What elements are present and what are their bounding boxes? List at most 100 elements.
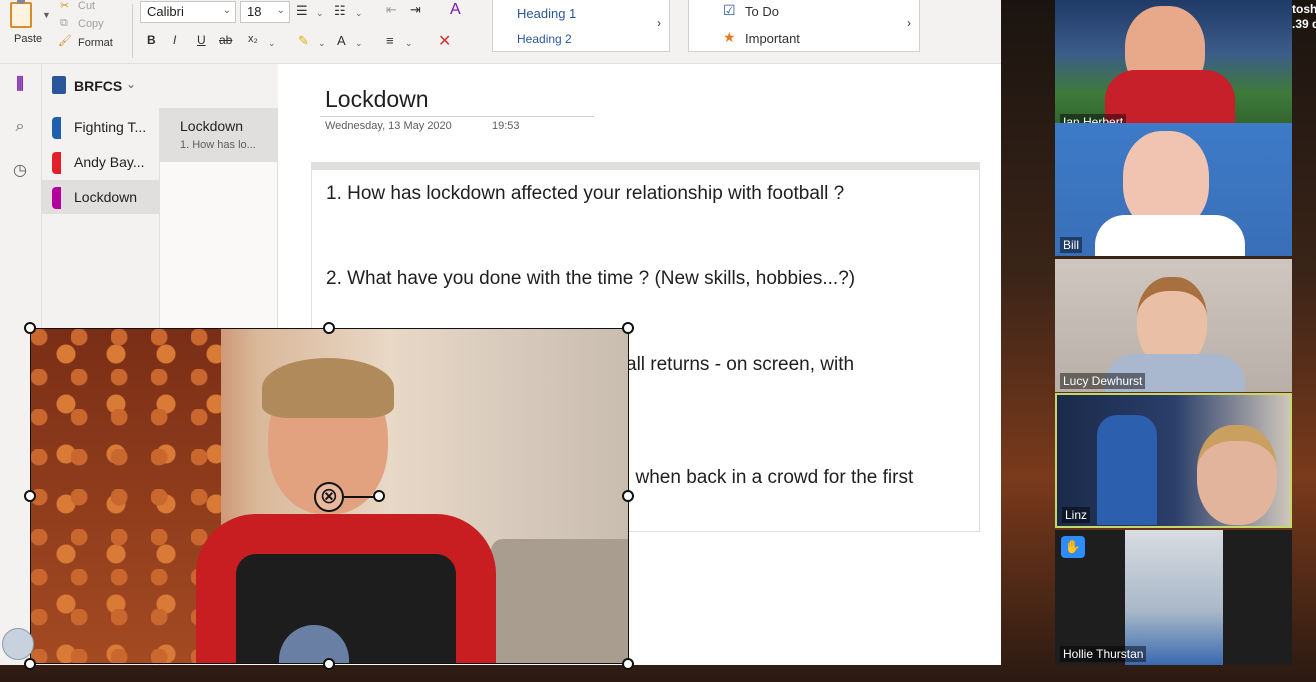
copy-icon: ⧉ (60, 17, 68, 29)
cut-button[interactable]: Cut (78, 0, 95, 12)
search-icon[interactable]: ⌕ (9, 118, 31, 140)
chevron-down-icon[interactable]: ⌄ (355, 38, 363, 49)
tag-todo[interactable]: To Do (745, 4, 779, 19)
chevron-down-icon[interactable]: ⌄ (318, 38, 326, 49)
chevron-down-icon[interactable]: ⌄ (268, 38, 276, 49)
chevron-down-icon[interactable]: ⌄ (355, 8, 363, 19)
checkbox-icon: ☑ (723, 2, 736, 18)
participant-tile-linz[interactable]: Linz (1055, 393, 1292, 528)
title-underline (320, 116, 594, 117)
resize-handle-left[interactable] (24, 490, 36, 502)
resize-handle-bottom[interactable] (323, 658, 335, 670)
paste-dropdown-icon[interactable]: ▼ (42, 10, 51, 20)
participant-background-player (1097, 415, 1157, 525)
question-2[interactable]: 2. What have you done with the time ? (N… (326, 268, 855, 290)
page-item-lockdown[interactable]: Lockdown 1. How has lo... (160, 108, 277, 162)
notebooks-icon[interactable]: ⫼ (9, 76, 31, 98)
bullet-list-icon[interactable]: ☰ (296, 3, 308, 19)
avatar[interactable] (2, 628, 34, 660)
italic-button[interactable]: I (173, 33, 176, 47)
clear-formatting-icon[interactable]: A (450, 1, 461, 19)
strikethrough-button[interactable]: ab (219, 33, 232, 47)
section-item-andy[interactable]: Andy Bay... (42, 145, 160, 179)
chevron-down-icon: ⌄ (126, 77, 137, 91)
section-label: Fighting T... (74, 119, 147, 135)
chevron-right-icon[interactable]: › (657, 16, 661, 30)
chevron-right-icon[interactable]: › (907, 16, 911, 30)
page-title[interactable]: Lockdown (325, 86, 429, 113)
question-4[interactable]: l when back in a crowd for the first (626, 467, 913, 489)
section-color-tab (52, 117, 61, 139)
resize-handle-tr[interactable] (622, 322, 634, 334)
notebook-selector[interactable]: BRFCS ⌄ (42, 64, 278, 108)
wallpaper (31, 329, 221, 663)
page-time: 19:53 (492, 120, 520, 132)
person-video (196, 358, 496, 663)
participant-scarf (1095, 215, 1245, 256)
corner-text-line-1: tosh (1292, 2, 1316, 16)
bold-button[interactable]: B (147, 33, 156, 47)
question-1[interactable]: 1. How has lockdown affected your relati… (326, 183, 844, 205)
participant-name: Lucy Dewhurst (1060, 373, 1146, 389)
zoom-gallery: Ian Herbert Bill Lucy Dewhurst Linz ✋ Ho… (1055, 0, 1292, 665)
resize-handle-br[interactable] (622, 658, 634, 670)
notebook-name: BRFCS (74, 78, 123, 94)
participant-tile-lucy[interactable]: Lucy Dewhurst (1055, 259, 1292, 392)
tags-gallery[interactable]: ☑ To Do ★ Important › (688, 0, 920, 52)
rotate-close-icon[interactable]: ⊗ (314, 482, 344, 512)
section-label: Lockdown (74, 189, 138, 205)
resize-handle-tl[interactable] (24, 322, 36, 334)
paste-button[interactable]: Paste (14, 33, 42, 45)
font-name-select[interactable]: Calibri ⌄ (140, 1, 236, 23)
copy-button[interactable]: Copy (78, 18, 104, 30)
numbered-list-icon[interactable]: ☷ (334, 3, 346, 19)
page-item-snippet: 1. How has lo... (180, 139, 256, 151)
underline-button[interactable]: U (197, 33, 206, 47)
decrease-indent-icon[interactable]: ⇤ (386, 2, 397, 18)
participant-tile-ian[interactable]: Ian Herbert (1055, 0, 1292, 133)
format-painter-button[interactable]: Format (78, 37, 113, 49)
raise-hand-icon: ✋ (1061, 536, 1085, 558)
hair (262, 358, 394, 418)
corner-overlay-text: tosh .39 d (1292, 2, 1316, 32)
recent-clock-icon[interactable]: ◷ (9, 160, 31, 182)
chevron-down-icon: ⌄ (276, 5, 285, 16)
font-size-select[interactable]: 18 ⌄ (240, 1, 290, 23)
resize-handle-top[interactable] (323, 322, 335, 334)
participant-tile-bill[interactable]: Bill (1055, 123, 1292, 256)
resize-handle-bl[interactable] (24, 658, 36, 670)
section-color-tab (52, 187, 61, 209)
subscript-button[interactable]: x₂ (248, 33, 258, 45)
paste-icon[interactable] (10, 0, 32, 28)
style-heading-2[interactable]: Heading 2 (517, 32, 572, 46)
sofa (491, 539, 628, 663)
section-item-lockdown[interactable]: Lockdown (42, 180, 160, 214)
ribbon-divider (132, 4, 133, 58)
participant-name: Linz (1062, 507, 1091, 523)
styles-gallery[interactable]: Heading 1 Heading 2 › (492, 0, 670, 52)
rotate-handle[interactable] (373, 490, 385, 502)
chevron-down-icon: ⌄ (222, 5, 231, 16)
resize-handle-right[interactable] (622, 490, 634, 502)
style-heading-1[interactable]: Heading 1 (517, 6, 576, 21)
page-date: Wednesday, 13 May 2020 (325, 120, 452, 132)
font-name-value: Calibri (147, 4, 184, 19)
star-icon: ★ (723, 29, 736, 45)
increase-indent-icon[interactable]: ⇥ (410, 2, 421, 18)
section-label: Andy Bay... (74, 154, 145, 170)
ribbon: ▼ Paste ✂ Cut ⧉ Copy 🖌 Format Calibri ⌄ … (0, 0, 1001, 64)
section-item-fighting[interactable]: Fighting T... (42, 110, 160, 144)
scissors-icon: ✂ (60, 0, 70, 12)
page-item-title: Lockdown (180, 118, 244, 134)
participant-name: Hollie Thurstan (1060, 646, 1147, 662)
participant-tile-hollie[interactable]: ✋ Hollie Thurstan (1055, 530, 1292, 665)
chevron-down-icon[interactable]: ⌄ (405, 38, 413, 49)
delete-icon[interactable]: ✕ (438, 31, 451, 51)
paragraph-alignment-icon[interactable]: ≡ (386, 33, 394, 48)
font-color-button[interactable]: A (337, 33, 346, 48)
question-3[interactable]: all returns - on screen, with (626, 354, 854, 376)
participant-face (1197, 425, 1277, 525)
chevron-down-icon[interactable]: ⌄ (316, 8, 324, 19)
tag-important[interactable]: Important (745, 31, 800, 46)
highlighter-icon[interactable]: ✎ (298, 33, 309, 49)
